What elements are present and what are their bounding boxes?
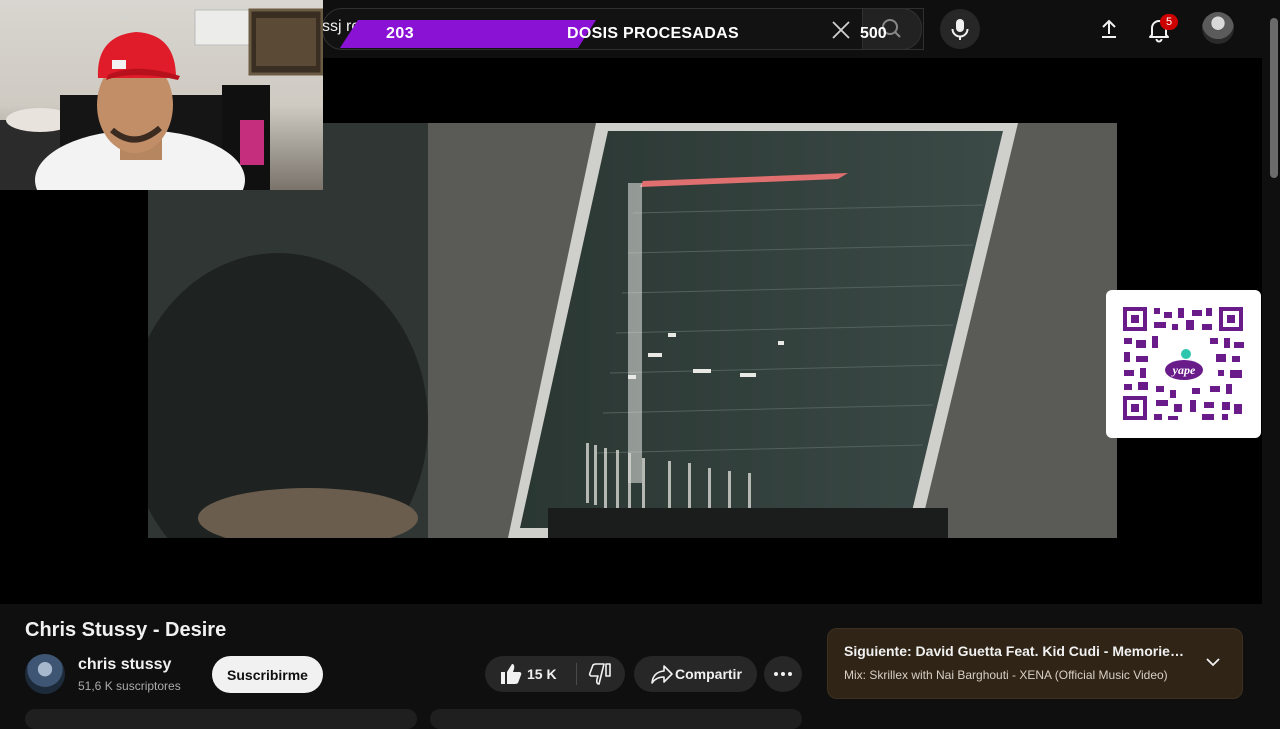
recommendation-chip[interactable] bbox=[430, 709, 802, 729]
video-title: Chris Stussy - Desire bbox=[25, 619, 227, 641]
donation-count: 203 bbox=[386, 25, 415, 42]
webcam-overlay bbox=[0, 0, 323, 190]
upload-icon[interactable] bbox=[1092, 12, 1126, 46]
notification-count-badge: 5 bbox=[1160, 14, 1178, 30]
yape-logo: yape bbox=[1162, 348, 1206, 384]
donation-goal: 500 bbox=[860, 25, 887, 42]
thumbs-down-icon bbox=[588, 663, 611, 685]
webcam-person-image bbox=[0, 8, 323, 190]
up-next-subtitle: Mix: Skrillex with Nai Barghouti - XENA … bbox=[844, 668, 1168, 682]
more-actions-button[interactable] bbox=[764, 656, 802, 692]
subscribe-button[interactable]: Suscribirme bbox=[212, 656, 323, 693]
scrollbar-thumb[interactable] bbox=[1270, 18, 1278, 178]
account-avatar[interactable] bbox=[1202, 12, 1234, 44]
donation-label: DOSIS PROCESADAS bbox=[567, 25, 739, 42]
recommendation-chip[interactable] bbox=[25, 709, 417, 729]
like-divider bbox=[576, 663, 577, 685]
voice-search-button[interactable] bbox=[940, 9, 980, 49]
yape-logo-mark: yape bbox=[1165, 349, 1203, 380]
up-next-card[interactable] bbox=[827, 628, 1243, 699]
chevron-down-icon[interactable] bbox=[1203, 652, 1223, 672]
subscriber-count: 51,6 K suscriptores bbox=[78, 679, 181, 693]
dislike-button[interactable] bbox=[582, 656, 622, 692]
channel-avatar[interactable] bbox=[25, 654, 65, 694]
microphone-icon bbox=[951, 19, 969, 40]
like-count: 15 K bbox=[527, 666, 557, 682]
channel-name[interactable]: chris stussy bbox=[78, 656, 171, 674]
donation-progress-banner bbox=[340, 20, 596, 48]
share-label: Compartir bbox=[675, 666, 742, 682]
up-next-title[interactable]: Siguiente: David Guetta Feat. Kid Cudi -… bbox=[844, 643, 1189, 659]
more-horizontal-icon bbox=[774, 672, 792, 676]
svg-text:yape: yape bbox=[1171, 363, 1196, 377]
clear-search-icon[interactable] bbox=[830, 19, 852, 41]
